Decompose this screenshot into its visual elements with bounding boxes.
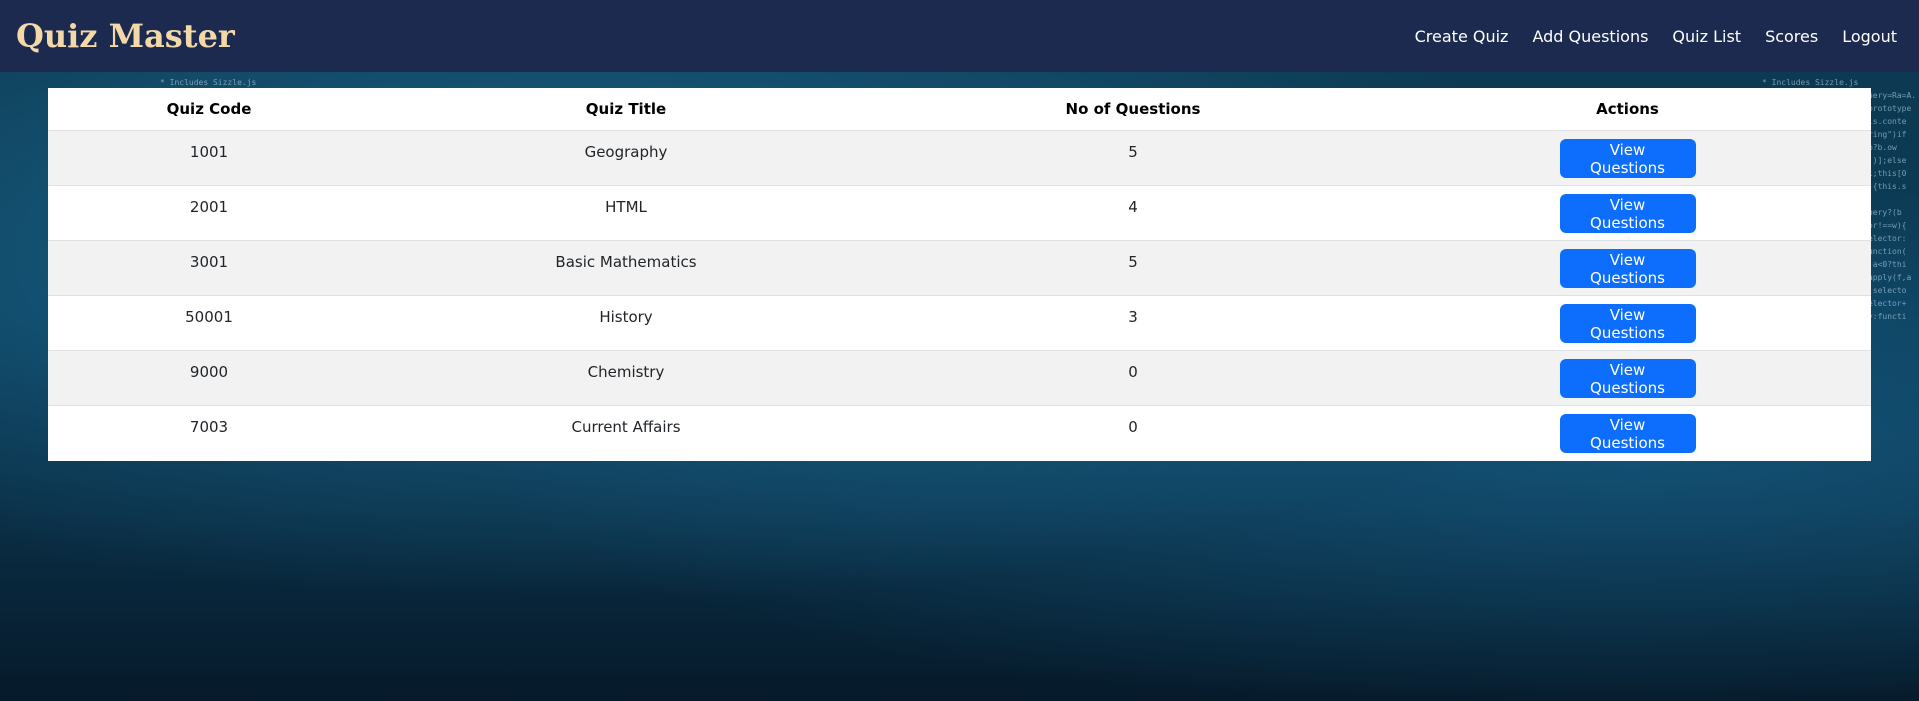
view-questions-button[interactable]: View Questions (1559, 304, 1696, 343)
actions-cell: View Questions (1384, 350, 1871, 406)
brand-logo[interactable]: Quiz Master (16, 17, 235, 55)
actions-cell: View Questions (1384, 185, 1871, 241)
nav-scores[interactable]: Scores (1765, 27, 1818, 46)
table-row: 9000 Chemistry 0 View Questions (48, 350, 1871, 406)
quiz-code-cell: 50001 (48, 295, 370, 351)
quiz-title-cell: Basic Mathematics (370, 240, 882, 296)
table-header-row: Quiz Code Quiz Title No of Questions Act… (48, 88, 1871, 131)
view-questions-button[interactable]: View Questions (1559, 139, 1696, 178)
quiz-title-cell: Chemistry (370, 350, 882, 406)
quiz-title-cell: Current Affairs (370, 405, 882, 461)
quiz-table: Quiz Code Quiz Title No of Questions Act… (48, 88, 1871, 461)
actions-cell: View Questions (1384, 295, 1871, 351)
quiz-title-cell: HTML (370, 185, 882, 241)
view-questions-button[interactable]: View Questions (1559, 249, 1696, 288)
view-questions-button[interactable]: View Questions (1559, 359, 1696, 398)
nav-add-questions[interactable]: Add Questions (1532, 27, 1648, 46)
quiz-code-cell: 1001 (48, 130, 370, 186)
quiz-code-cell: 3001 (48, 240, 370, 296)
header-actions: Actions (1384, 88, 1871, 131)
question-count-cell: 0 (882, 405, 1384, 461)
table-row: 1001 Geography 5 View Questions (48, 130, 1871, 186)
table-row: 50001 History 3 View Questions (48, 295, 1871, 351)
nav-create-quiz[interactable]: Create Quiz (1415, 27, 1509, 46)
top-navbar: Quiz Master Create Quiz Add Questions Qu… (0, 0, 1919, 72)
table-row: 7003 Current Affairs 0 View Questions (48, 405, 1871, 461)
header-quiz-title: Quiz Title (370, 88, 882, 131)
header-no-of-questions: No of Questions (882, 88, 1384, 131)
actions-cell: View Questions (1384, 405, 1871, 461)
view-questions-button[interactable]: View Questions (1559, 194, 1696, 233)
header-quiz-code: Quiz Code (48, 88, 370, 131)
actions-cell: View Questions (1384, 240, 1871, 296)
table-row: 3001 Basic Mathematics 5 View Questions (48, 240, 1871, 296)
question-count-cell: 5 (882, 240, 1384, 296)
table-row: 2001 HTML 4 View Questions (48, 185, 1871, 241)
question-count-cell: 4 (882, 185, 1384, 241)
quiz-table-container: Quiz Code Quiz Title No of Questions Act… (48, 88, 1871, 461)
quiz-title-cell: Geography (370, 130, 882, 186)
quiz-code-cell: 2001 (48, 185, 370, 241)
question-count-cell: 3 (882, 295, 1384, 351)
question-count-cell: 0 (882, 350, 1384, 406)
quiz-title-cell: History (370, 295, 882, 351)
nav-quiz-list[interactable]: Quiz List (1672, 27, 1741, 46)
question-count-cell: 5 (882, 130, 1384, 186)
quiz-code-cell: 7003 (48, 405, 370, 461)
nav-links: Create Quiz Add Questions Quiz List Scor… (1391, 27, 1897, 46)
view-questions-button[interactable]: View Questions (1559, 414, 1696, 453)
quiz-code-cell: 9000 (48, 350, 370, 406)
nav-logout[interactable]: Logout (1842, 27, 1897, 46)
actions-cell: View Questions (1384, 130, 1871, 186)
